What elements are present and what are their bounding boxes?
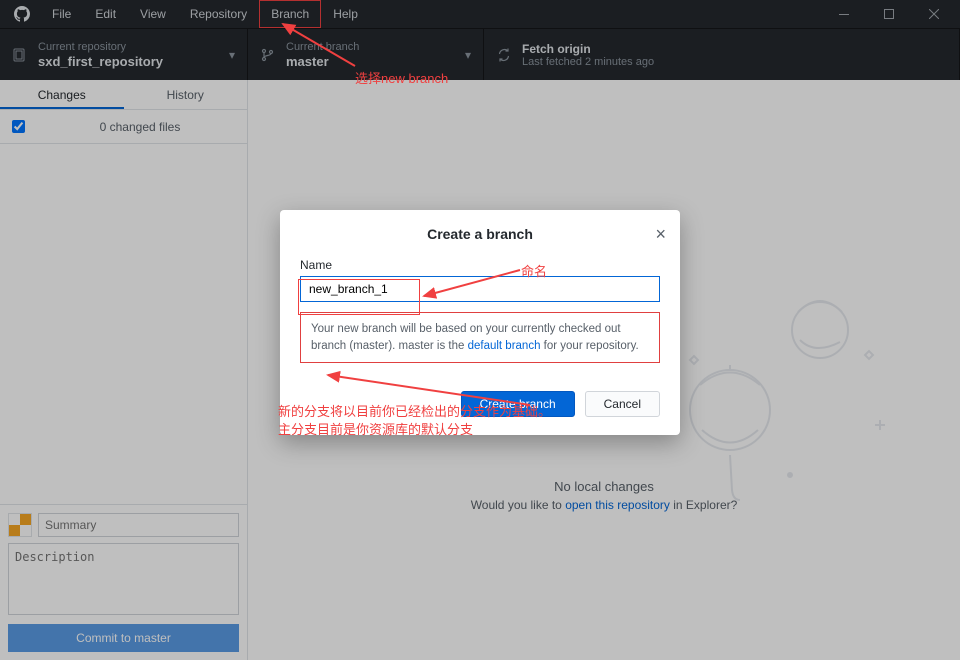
branch-name-input[interactable] (300, 276, 660, 302)
create-branch-dialog: Create a branch × Name Your new branch w… (280, 210, 680, 435)
branch-info-box: Your new branch will be based on your cu… (300, 312, 660, 363)
info-text-2: for your repository. (540, 340, 638, 352)
dialog-title: Create a branch (427, 226, 533, 242)
modal-overlay: Create a branch × Name Your new branch w… (0, 0, 960, 660)
cancel-button[interactable]: Cancel (585, 391, 660, 417)
create-branch-button[interactable]: Create branch (461, 391, 575, 417)
name-label: Name (300, 258, 660, 272)
close-icon[interactable]: × (655, 224, 666, 245)
default-branch-link[interactable]: default branch (468, 340, 541, 352)
